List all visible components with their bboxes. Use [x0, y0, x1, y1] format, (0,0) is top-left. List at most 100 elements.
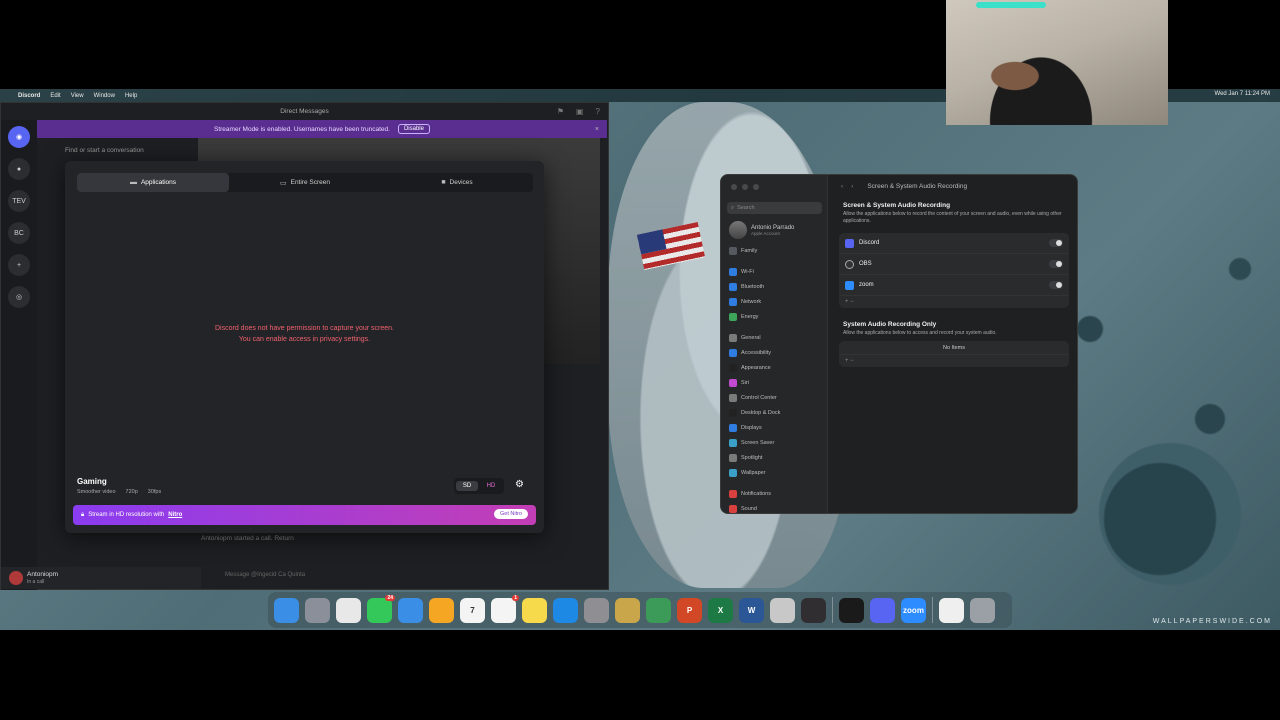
add-remove-buttons[interactable]: + −: [839, 296, 1069, 308]
sidebar-item-icon: [729, 246, 737, 255]
messages-icon[interactable]: 24: [367, 594, 395, 623]
sidebar-item-notifications[interactable]: Notifications: [729, 486, 823, 501]
sidebar-item-siri[interactable]: Siri: [729, 375, 823, 390]
document-icon[interactable]: [939, 597, 964, 623]
section-title: Screen & System Audio Recording: [843, 202, 951, 209]
android-studio-icon[interactable]: [646, 597, 671, 623]
forward-icon[interactable]: ›: [851, 183, 853, 190]
zoom-permission-toggle[interactable]: [1049, 281, 1063, 289]
sidebar-item-icon: [729, 393, 737, 402]
quality-sd-button[interactable]: SD: [456, 481, 478, 491]
powerpoint-icon[interactable]: P: [677, 597, 702, 623]
obs-permission-toggle[interactable]: [1049, 260, 1063, 268]
tab-entire-screen[interactable]: ▭ Entire Screen: [229, 173, 381, 192]
archive-icon[interactable]: [615, 597, 640, 623]
mail-icon[interactable]: [398, 597, 423, 623]
menu-edit[interactable]: Edit: [50, 93, 60, 99]
obs-icon[interactable]: [801, 597, 826, 623]
dock-item-label: 7: [470, 605, 475, 615]
minimize-button[interactable]: [742, 184, 748, 190]
calendar-icon[interactable]: 7: [460, 597, 485, 623]
menu-window[interactable]: Window: [94, 93, 115, 99]
discord-permission-toggle[interactable]: [1049, 239, 1063, 247]
sidebar-item-icon: [729, 348, 737, 357]
guild-bc[interactable]: BC: [8, 222, 30, 244]
search-placeholder: Search: [737, 205, 755, 211]
menu-help[interactable]: Help: [125, 93, 137, 99]
script-editor-icon[interactable]: [770, 597, 795, 623]
add-server-icon[interactable]: +: [8, 254, 30, 276]
pin-icon[interactable]: ⚑: [557, 107, 564, 116]
sidebar-item-label: Screen Saver: [741, 439, 775, 446]
sidebar-item-displays[interactable]: Displays: [729, 420, 823, 435]
preset-fps: 30fps: [147, 489, 162, 495]
word-icon[interactable]: W: [739, 597, 764, 623]
chrome-icon[interactable]: [336, 597, 361, 623]
zoom-button[interactable]: [753, 184, 759, 190]
sidebar-item-label: Accessibility: [741, 349, 771, 356]
sidebar-item-icon: [729, 333, 737, 342]
gear-icon[interactable]: ⚙: [515, 479, 524, 490]
sidebar-item-general[interactable]: General: [729, 330, 823, 345]
notes-icon[interactable]: [522, 597, 547, 623]
app-row-discord: Discord: [839, 233, 1069, 254]
sidebar-item-sound[interactable]: Sound: [729, 501, 823, 513]
disable-button[interactable]: Disable: [397, 124, 430, 134]
webcam-person: [976, 40, 1106, 125]
sidebar-item-bluetooth[interactable]: Bluetooth: [729, 279, 823, 294]
get-nitro-button[interactable]: Get Nitro: [493, 509, 528, 519]
zoom-icon: [845, 280, 854, 290]
sidebar-item-wallpaper[interactable]: Wallpaper: [729, 465, 823, 480]
reminders-icon[interactable]: 1: [491, 594, 519, 623]
settings-search-input[interactable]: ⌕ Search: [727, 202, 822, 214]
sidebar-item-network[interactable]: Network: [729, 294, 823, 309]
app-store-icon[interactable]: [553, 597, 578, 623]
sidebar-item-screen-saver[interactable]: Screen Saver: [729, 435, 823, 450]
quality-hd-button[interactable]: HD: [480, 481, 502, 491]
back-icon[interactable]: ‹: [841, 183, 843, 190]
stream-preset[interactable]: Gaming Smoother video 720p 30fps: [77, 477, 161, 495]
sidebar-item-energy[interactable]: Energy: [729, 309, 823, 324]
nitro-link[interactable]: Nitro: [168, 512, 182, 518]
launchpad-icon[interactable]: [305, 597, 330, 623]
sidebar-item-accessibility[interactable]: Accessibility: [729, 345, 823, 360]
zoom-icon[interactable]: zoom: [901, 597, 926, 623]
message-input[interactable]: Message @Ingecid Ca Quinta: [201, 567, 601, 583]
close-button[interactable]: [731, 184, 737, 190]
account-sub: Apple Account: [751, 230, 780, 236]
discord-home-icon[interactable]: ◉: [8, 126, 30, 148]
sidebar-item-icon: [729, 297, 737, 306]
avatar[interactable]: [9, 571, 23, 585]
sidebar-item-label: Notifications: [741, 490, 771, 497]
sidebar-item-family[interactable]: Family: [729, 243, 823, 258]
sidebar-item-desktop-dock[interactable]: Desktop & Dock: [729, 405, 823, 420]
system-settings-icon[interactable]: [584, 597, 609, 623]
trash-icon[interactable]: [970, 597, 995, 623]
sidebar-item-spotlight[interactable]: Spotlight: [729, 450, 823, 465]
finder-icon[interactable]: [274, 597, 299, 623]
quality-toggle: SD HD: [454, 478, 504, 494]
menu-app-name[interactable]: Discord: [18, 93, 40, 99]
permission-line-2[interactable]: You can enable access in privacy setting…: [65, 334, 544, 345]
tab-applications[interactable]: ▬ Applications: [77, 173, 229, 192]
banner-close-icon[interactable]: ×: [595, 126, 599, 133]
apple-account-item[interactable]: Antonio Parrado Apple Account: [729, 221, 794, 239]
terminal-icon[interactable]: [839, 597, 864, 623]
excel-icon[interactable]: X: [708, 597, 733, 623]
dm-search-input[interactable]: Find or start a conversation: [65, 147, 195, 154]
photos-icon[interactable]: [429, 597, 454, 623]
explore-icon[interactable]: ◎: [8, 286, 30, 308]
add-remove-buttons[interactable]: + −: [839, 355, 1069, 367]
tab-devices[interactable]: ■ Devices: [381, 173, 533, 192]
discord-icon[interactable]: [870, 597, 895, 623]
sidebar-item-control-center[interactable]: Control Center: [729, 390, 823, 405]
inbox-icon[interactable]: ▣: [576, 107, 584, 116]
guild-tev[interactable]: TEV: [8, 190, 30, 212]
settings-content: ‹ › Screen & System Audio Recording Scre…: [829, 175, 1077, 513]
menu-view[interactable]: View: [71, 93, 84, 99]
sidebar-item-wi-fi[interactable]: Wi-Fi: [729, 264, 823, 279]
menu-clock[interactable]: Wed Jan 7 11:24 PM: [1215, 91, 1270, 97]
sidebar-item-appearance[interactable]: Appearance: [729, 360, 823, 375]
help-icon[interactable]: ?: [596, 107, 600, 116]
guild-avatar[interactable]: ●: [8, 158, 30, 180]
